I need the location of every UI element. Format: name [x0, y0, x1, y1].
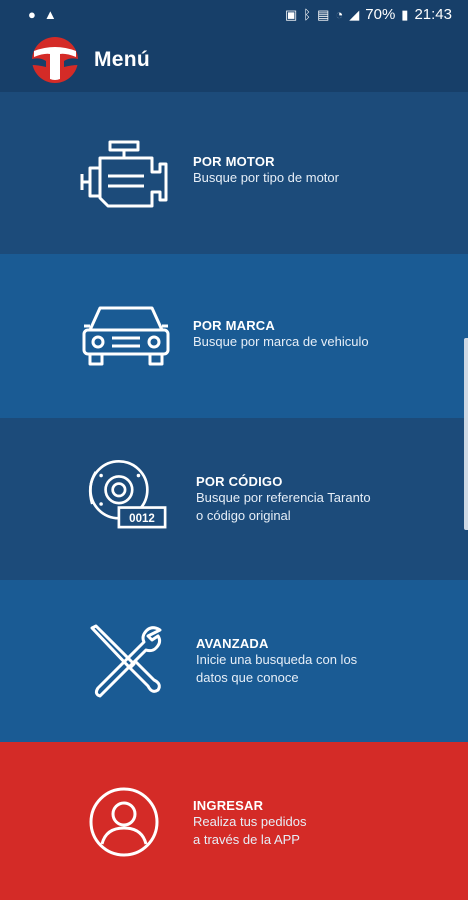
menu-item-title: AVANZADA: [196, 636, 269, 651]
menu-item-por-marca[interactable]: POR MARCA Busque por marca de vehiculo: [0, 254, 468, 418]
clock: 21:43: [414, 5, 452, 23]
menu-item-title: POR CÓDIGO: [196, 474, 283, 489]
bluetooth-icon: ᛒ: [303, 6, 312, 22]
menu-item-por-codigo[interactable]: 0012 POR CÓDIGO Busque por referencia Ta…: [0, 418, 468, 580]
menu-item-title: POR MARCA: [193, 318, 275, 333]
tools-icon: [90, 624, 162, 698]
battery-percent: 70%: [365, 5, 396, 23]
code-label: 0012: [129, 513, 155, 525]
status-bar: ● ▲ ▣ ᛒ ▤ ◔ ◢ 70% ▮ 21:43: [0, 0, 468, 28]
menu-item-desc: o código original: [196, 508, 291, 523]
menu-item-text: POR CÓDIGO Busque por referencia Taranto…: [196, 474, 371, 525]
main-menu: POR MOTOR Busque por tipo de motor POR M…: [0, 92, 468, 900]
spotify-icon: ●: [28, 6, 36, 22]
car-icon: [82, 306, 170, 366]
menu-item-desc: Busque por tipo de motor: [193, 170, 339, 185]
signal-icon: ◢: [349, 6, 360, 22]
menu-item-avanzada[interactable]: AVANZADA Inicie una busqueda con los dat…: [0, 580, 468, 742]
menu-item-title: POR MOTOR: [193, 154, 275, 169]
wifi-icon: ◔: [335, 6, 344, 22]
status-right: ▣ ᛒ ▤ ◔ ◢ 70% ▮ 21:43: [285, 6, 452, 23]
menu-item-ingresar[interactable]: INGRESAR Realiza tus pedidos a través de…: [0, 742, 468, 900]
menu-item-desc: Busque por referencia Taranto: [196, 490, 371, 505]
warning-icon: ▲: [43, 6, 57, 22]
battery-icon: ▮: [401, 6, 409, 22]
app-title: Menú: [94, 48, 151, 71]
menu-item-desc: Realiza tus pedidos: [193, 814, 307, 829]
menu-item-por-motor[interactable]: POR MOTOR Busque por tipo de motor: [0, 92, 468, 254]
engine-icon: [80, 140, 168, 208]
menu-item-text: POR MOTOR Busque por tipo de motor: [193, 154, 339, 187]
brake-code-icon: 0012: [88, 460, 167, 529]
edge-panel-handle[interactable]: [464, 338, 468, 530]
menu-item-text: INGRESAR Realiza tus pedidos a través de…: [193, 798, 306, 849]
app-bar: Menú: [0, 28, 468, 92]
user-icon: [89, 787, 159, 857]
status-left: ● ▲: [28, 8, 57, 21]
image-icon: ▣: [285, 6, 298, 22]
menu-item-desc: Inicie una busqueda con los: [196, 652, 358, 667]
menu-item-title: INGRESAR: [193, 798, 264, 813]
nfc-icon: ▤: [317, 6, 330, 22]
menu-item-text: POR MARCA Busque por marca de vehiculo: [193, 318, 369, 351]
menu-item-desc: a través de la APP: [193, 832, 300, 847]
menu-item-desc: datos que conoce: [196, 670, 299, 685]
menu-item-text: AVANZADA Inicie una busqueda con los dat…: [196, 636, 357, 687]
menu-item-desc: Busque por marca de vehiculo: [193, 334, 369, 349]
taranto-logo: [32, 37, 78, 83]
